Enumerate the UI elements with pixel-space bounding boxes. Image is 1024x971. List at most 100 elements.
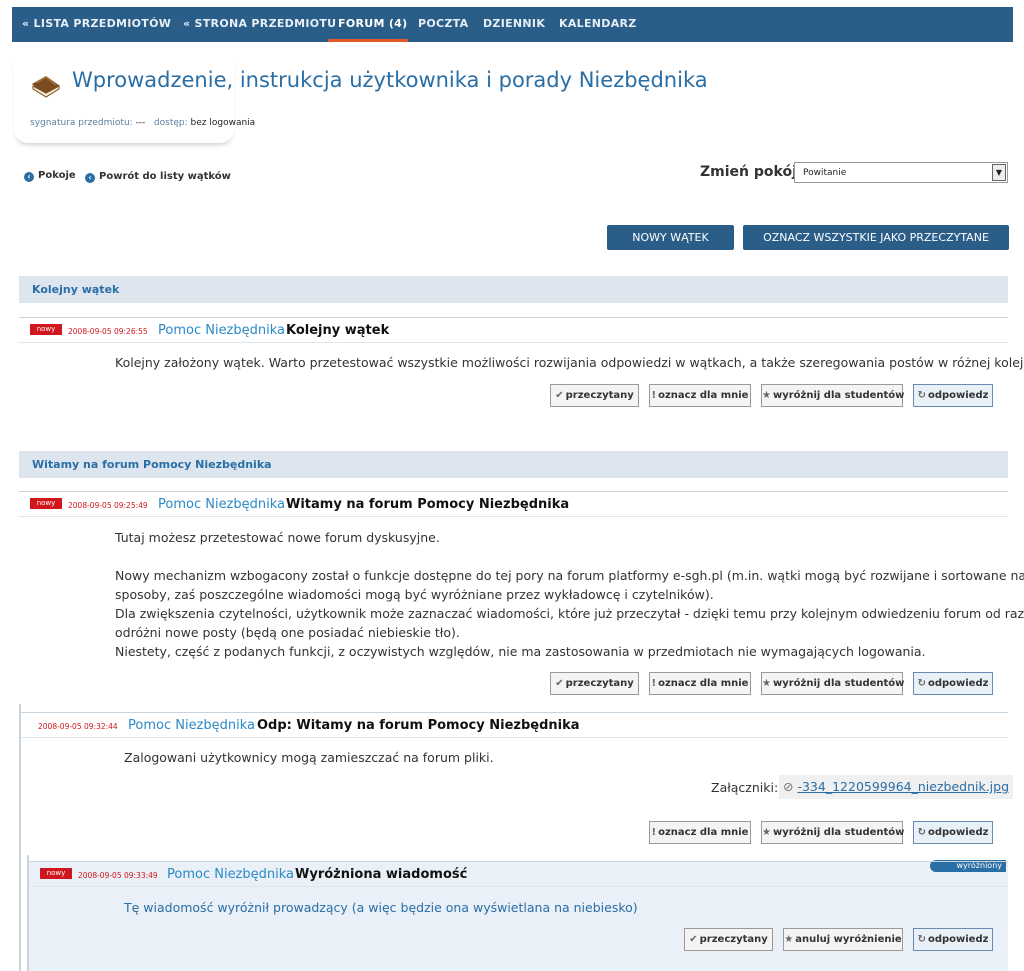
reply-button[interactable]: ↻ odpowiedz (913, 384, 993, 407)
room-select[interactable]: Powitanie ▼ (794, 162, 1008, 183)
post-body: Kolejny założony wątek. Warto przetestow… (115, 355, 1024, 370)
paperclip-icon: ⊘ (783, 779, 794, 794)
back-to-threads-link[interactable]: ‹ Powrót do listy wątków (85, 171, 231, 183)
body-line: sposoby, zaś poszczególne wiadomości mog… (115, 587, 714, 602)
reply-button[interactable]: ↻ odpowiedz (913, 821, 993, 844)
post-header: 2008-09-05 09:32:44 Pomoc Niezbędnika Od… (21, 712, 1008, 738)
exclamation-icon: ! (651, 827, 657, 838)
star-icon: ★ (762, 827, 771, 838)
page-title: Wprowadzenie, instrukcja użytkownika i p… (72, 68, 708, 92)
thread-header[interactable]: Kolejny wątek (19, 276, 1008, 303)
mark-for-me-label: oznacz dla mnie (658, 678, 749, 689)
nav-journal[interactable]: DZIENNIK (483, 7, 545, 42)
reply-button[interactable]: ↻ odpowiedz (913, 672, 993, 695)
post-subject: Kolejny wątek (286, 323, 390, 338)
reply-icon: ↻ (917, 827, 926, 838)
cancel-highlight-button[interactable]: ★ anuluj wyróżnienie (783, 928, 903, 951)
post-header: nowy 2008-09-05 09:33:49 Pomoc Niezbędni… (29, 861, 1008, 887)
mark-read-label: przeczytany (565, 390, 634, 401)
reply-label: odpowiedz (927, 827, 989, 838)
post-subject: Odp: Witamy na forum Pomocy Niezbędnika (257, 718, 580, 733)
dropdown-arrow-icon[interactable]: ▼ (992, 164, 1006, 181)
mark-read-label: przeczytany (565, 678, 634, 689)
access-value: bez logowania (190, 118, 256, 128)
check-icon: ✔ (689, 934, 698, 945)
nav-forum[interactable]: FORUM (4) (338, 7, 407, 42)
highlight-label: wyróżnij dla studentów (772, 678, 905, 689)
highlight-for-students-button[interactable]: ★ wyróżnij dla studentów (761, 672, 905, 695)
post-subject: Wyróżniona wiadomość (295, 867, 468, 882)
post-header: nowy 2008-09-05 09:26:55 Pomoc Niezbędni… (19, 317, 1008, 343)
post-author[interactable]: Pomoc Niezbędnika (158, 497, 285, 512)
rooms-link[interactable]: ‹ Pokoje (24, 170, 76, 182)
post-body: Zalogowani użytkownicy mogą zamieszczać … (124, 750, 494, 765)
signature-label: sygnatura przedmiotu: (30, 118, 133, 128)
new-badge: nowy (30, 498, 62, 509)
highlight-label: wyróżnij dla studentów (772, 827, 905, 838)
back-arrow-icon: ‹ (85, 173, 95, 183)
reply-icon: ↻ (917, 934, 926, 945)
post-header: nowy 2008-09-05 09:25:49 Pomoc Niezbędni… (19, 491, 1008, 517)
body-line: Tutaj możesz przetestować nowe forum dys… (115, 530, 440, 545)
attachment-link[interactable]: -334_1220599964_niezbednik.jpg (797, 779, 1009, 794)
mark-for-me-button[interactable]: ! oznacz dla mnie (649, 672, 751, 695)
new-thread-button[interactable]: NOWY WĄTEK (607, 225, 734, 250)
exclamation-icon: ! (651, 390, 657, 401)
top-navigation: « LISTA PRZEDMIOTÓW « STRONA PRZEDMIOTU … (12, 7, 1013, 42)
back-arrow-icon: ‹ (24, 172, 34, 182)
star-icon: ★ (762, 390, 771, 401)
mark-read-button[interactable]: ✔ przeczytany (550, 384, 639, 407)
mark-read-label: przeczytany (699, 934, 768, 945)
nav-calendar[interactable]: KALENDARZ (559, 7, 637, 42)
post-date: 2008-09-05 09:32:44 (38, 722, 118, 731)
reply-label: odpowiedz (927, 934, 989, 945)
signature-value: --- (135, 118, 146, 128)
nav-mail[interactable]: POCZTA (418, 7, 468, 42)
star-icon: ★ (762, 678, 771, 689)
room-select-value: Powitanie (803, 168, 847, 178)
attachments-label: Załączniki: (711, 780, 779, 795)
post-date: 2008-09-05 09:26:55 (68, 327, 148, 336)
body-line: Nowy mechanizm wzbogacony został o funkc… (115, 568, 1024, 583)
mark-for-me-label: oznacz dla mnie (658, 827, 749, 838)
post-author[interactable]: Pomoc Niezbędnika (128, 718, 255, 733)
cancel-highlight-label: anuluj wyróżnienie (795, 934, 902, 945)
nav-subject-page[interactable]: « STRONA PRZEDMIOTU (183, 7, 336, 42)
post-author[interactable]: Pomoc Niezbędnika (158, 323, 285, 338)
mark-all-read-button[interactable]: OZNACZ WSZYSTKIE JAKO PRZECZYTANE (743, 225, 1009, 250)
mark-for-me-button[interactable]: ! oznacz dla mnie (649, 384, 751, 407)
change-room-text: Zmień pokój (700, 164, 797, 180)
reply-icon: ↻ (917, 678, 926, 689)
highlight-for-students-button[interactable]: ★ wyróżnij dla studentów (761, 384, 904, 407)
mark-for-me-button[interactable]: ! oznacz dla mnie (649, 821, 751, 844)
body-line: Dla zwiększenia czytelności, użytkownik … (115, 606, 1024, 621)
mark-read-button[interactable]: ✔ przeczytany (550, 672, 639, 695)
check-icon: ✔ (555, 678, 564, 689)
body-line: odróżni nowe posty (będą one posiadać ni… (115, 625, 460, 640)
rooms-link-label: Pokoje (38, 170, 76, 181)
subject-meta: sygnatura przedmiotu: --- dostęp: bez lo… (30, 118, 255, 128)
active-tab-indicator (328, 39, 408, 42)
post-date: 2008-09-05 09:25:49 (68, 501, 148, 510)
check-icon: ✔ (555, 390, 564, 401)
post-body: Tę wiadomość wyróżnił prowadzący (a więc… (124, 900, 638, 915)
post-author[interactable]: Pomoc Niezbędnika (167, 867, 294, 882)
book-icon (32, 76, 60, 98)
reply-button[interactable]: ↻ odpowiedz (913, 928, 993, 951)
post-subject: Witamy na forum Pomocy Niezbędnika (286, 497, 570, 512)
attachment-item[interactable]: ⊘ -334_1220599964_niezbednik.jpg (779, 775, 1014, 799)
new-badge: nowy (30, 324, 62, 335)
body-line: Niestety, część z podanych funkcji, z oc… (115, 644, 926, 659)
reply-icon: ↻ (917, 390, 926, 401)
highlight-for-students-button[interactable]: ★ wyróżnij dla studentów (761, 821, 905, 844)
thread-header[interactable]: Witamy na forum Pomocy Niezbędnika (19, 451, 1008, 478)
back-link-label: Powrót do listy wątków (99, 171, 231, 182)
post-body: Tutaj możesz przetestować nowe forum dys… (115, 528, 1024, 661)
mark-read-button[interactable]: ✔ przeczytany (684, 928, 773, 951)
new-badge: nowy (40, 868, 72, 879)
reply-indent-line (19, 704, 21, 971)
nav-subject-list[interactable]: « LISTA PRZEDMIOTÓW (22, 7, 171, 42)
access-label: dostęp: (153, 118, 188, 128)
reply-label: odpowiedz (927, 678, 989, 689)
